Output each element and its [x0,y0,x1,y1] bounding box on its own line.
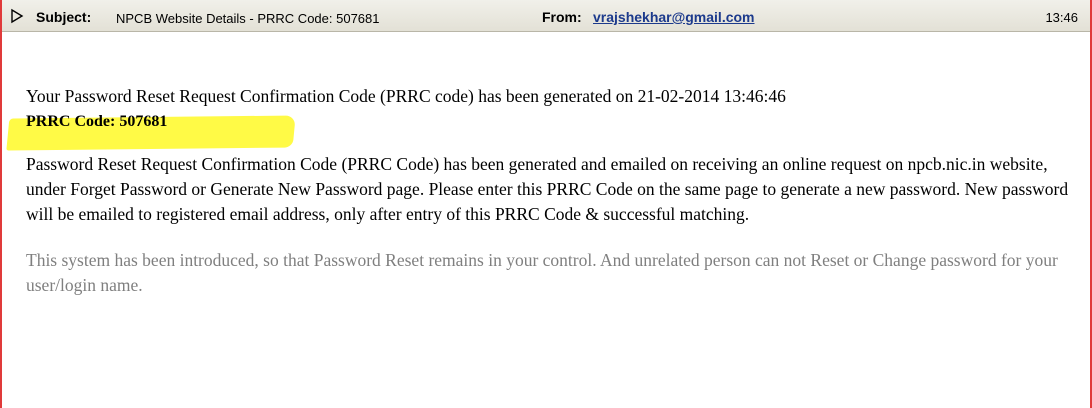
sender-email-link[interactable]: vrajshekhar@gmail.com [593,9,755,25]
subject-label: Subject: [36,9,92,25]
prrc-code: PRRC Code: 507681 [26,113,168,130]
email-window: Subject: NPCB Website Details - PRRC Cod… [0,0,1092,408]
subject-value: NPCB Website Details - PRRC Code: 507681 [116,11,380,26]
message-body: Your Password Reset Request Confirmation… [26,84,1078,298]
from-label: From: [542,9,582,25]
disclaimer-paragraph: This system has been introduced, so that… [26,250,1058,295]
received-time: 13:46 [1045,10,1078,25]
email-header: Subject: NPCB Website Details - PRRC Cod… [2,0,1090,32]
instructions-paragraph: Password Reset Request Confirmation Code… [26,154,1069,224]
generated-notice: Your Password Reset Request Confirmation… [26,86,786,106]
triangle-right-icon[interactable] [10,8,24,24]
